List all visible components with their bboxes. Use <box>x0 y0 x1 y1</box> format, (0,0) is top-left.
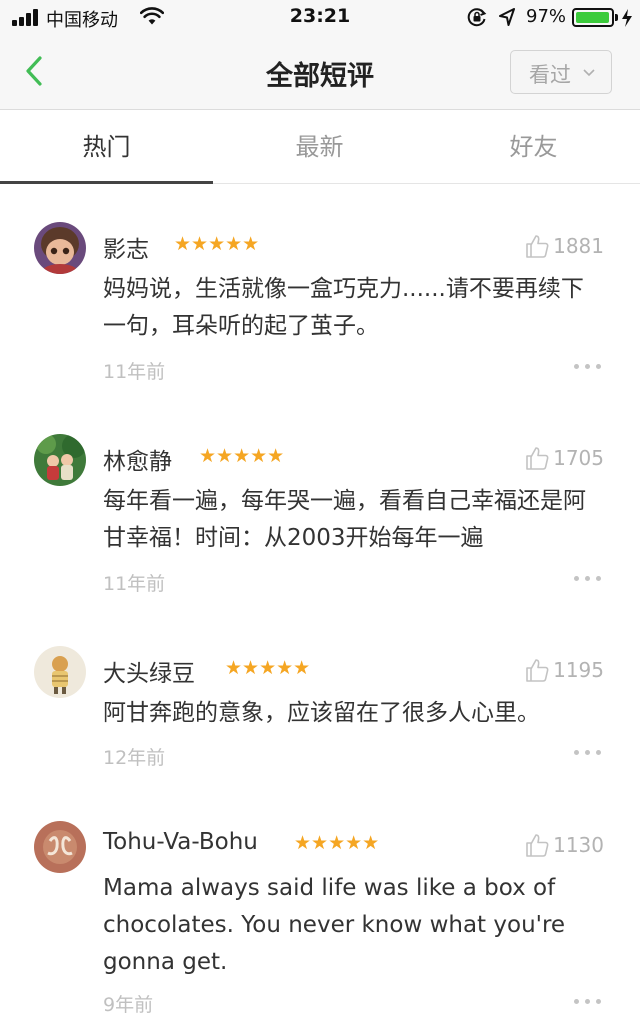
more-icon[interactable] <box>574 997 604 1007</box>
like-button[interactable]: 1195 <box>524 656 604 684</box>
comment-text: 阿甘奔跑的意象，应该留在了很多人心里。 <box>103 700 540 726</box>
battery-tip <box>615 14 618 21</box>
comment-author[interactable]: 大头绿豆 <box>103 654 195 688</box>
like-count: 1130 <box>553 833 604 857</box>
more-icon[interactable] <box>574 748 604 758</box>
comment-time: 12年前 <box>103 747 166 769</box>
comment-text: Mama always said life was like a box of … <box>103 875 566 975</box>
thumbs-up-icon <box>526 659 549 682</box>
battery-icon <box>572 8 614 27</box>
thumbs-up-icon <box>526 447 549 470</box>
comment-text: 妈妈说，生活就像一盒巧克力......请不要再续下一句，耳朵听的起了茧子。 <box>103 276 584 339</box>
status-bar: 中国移动 23:21 97% <box>0 0 640 36</box>
rating-stars: ★★★★★ <box>174 233 260 255</box>
active-tab-indicator <box>0 181 213 184</box>
comment-time: 9年前 <box>103 994 154 1016</box>
filter-label: 看过 <box>529 63 571 87</box>
location-icon <box>499 8 515 26</box>
tab-bar: 热门 最新 好友 <box>0 111 640 184</box>
comment-author[interactable]: Tohu-Va-Bohu <box>103 829 258 855</box>
charging-bolt-icon <box>622 9 632 27</box>
battery-level <box>576 12 609 23</box>
like-count: 1705 <box>553 446 604 470</box>
like-count: 1195 <box>553 658 604 682</box>
battery-percentage: 97% <box>526 6 567 27</box>
comment-author[interactable]: 影志 <box>103 230 149 264</box>
like-button[interactable]: 1705 <box>524 444 604 472</box>
thumbs-up-icon <box>526 235 549 258</box>
comment-text: 每年看一遍，每年哭一遍，看看自己幸福还是阿甘幸福！时间：从2003开始每年一遍 <box>103 488 586 551</box>
rating-stars: ★★★★★ <box>225 657 311 679</box>
rating-stars: ★★★★★ <box>294 832 380 854</box>
comment-author[interactable]: 林愈静 <box>103 442 172 476</box>
tab-friends[interactable]: 好友 <box>427 111 640 184</box>
comment-time: 11年前 <box>103 573 166 595</box>
chevron-down-icon <box>583 69 595 77</box>
avatar[interactable] <box>34 222 86 274</box>
avatar[interactable] <box>34 821 86 873</box>
avatar[interactable] <box>34 646 86 698</box>
more-icon[interactable] <box>574 574 604 584</box>
tab-hot[interactable]: 热门 <box>0 111 213 184</box>
like-button[interactable]: 1881 <box>524 232 604 260</box>
like-count: 1881 <box>553 234 604 258</box>
thumbs-up-icon <box>526 834 549 857</box>
comment-time: 11年前 <box>103 361 166 383</box>
avatar[interactable] <box>34 434 86 486</box>
more-icon[interactable] <box>574 362 604 372</box>
rating-stars: ★★★★★ <box>199 445 285 467</box>
navigation-bar: 全部短评 看过 <box>0 36 640 110</box>
like-button[interactable]: 1130 <box>524 831 604 859</box>
watched-filter-dropdown[interactable]: 看过 <box>510 50 612 94</box>
lock-rotation-icon <box>467 8 487 27</box>
tab-latest[interactable]: 最新 <box>213 111 426 184</box>
